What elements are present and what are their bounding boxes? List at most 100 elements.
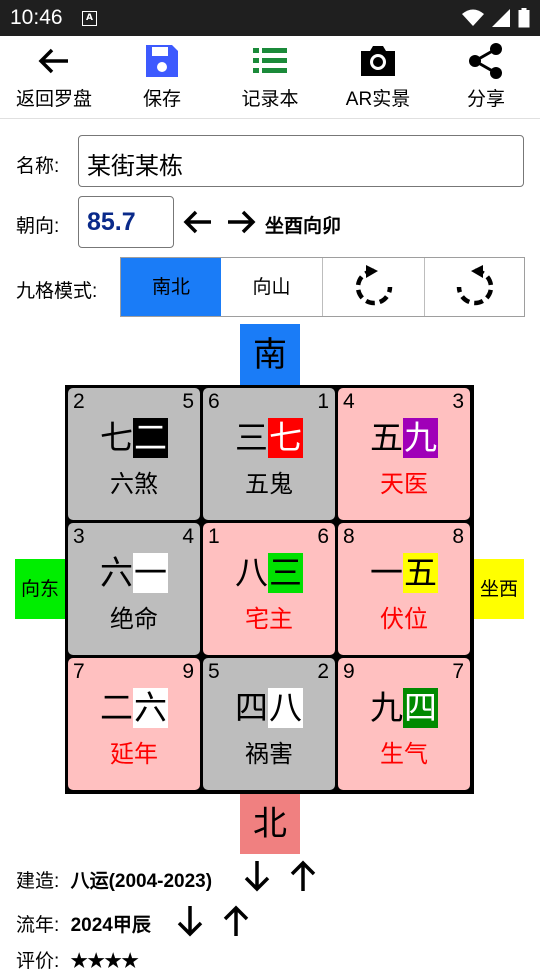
rotate-left-button[interactable] <box>323 258 425 316</box>
save-label: 保存 <box>142 89 181 110</box>
build-period-row: 建造: 八运(2004-2023) <box>16 866 212 893</box>
battery-icon <box>518 8 530 28</box>
palace-name: 五鬼 <box>245 470 293 498</box>
palace-name: 生气 <box>380 740 428 768</box>
mode-south-north-button[interactable]: 南北 <box>121 258 221 316</box>
flowing-year-label: 流年: <box>16 915 60 936</box>
palace-cell[interactable]: 3 4 六一 绝命 <box>68 523 200 655</box>
app-notification-icon: A <box>82 11 97 26</box>
nine-palace-grid: 2 5 七二 六煞 6 1 三七 五鬼 4 3 五九 天医 3 4 六一 绝命 … <box>65 385 474 794</box>
house-star: 三 <box>268 553 303 593</box>
year-down-arrow-icon[interactable] <box>173 903 207 939</box>
water-star: 7 <box>452 660 464 683</box>
back-to-compass-label: 返回罗盘 <box>15 89 92 110</box>
mountain-star: 1 <box>208 525 220 548</box>
house-star: 八 <box>268 688 303 728</box>
increase-direction-arrow-icon[interactable] <box>224 205 258 239</box>
water-star: 1 <box>317 390 329 413</box>
water-star: 5 <box>182 390 194 413</box>
ar-view-label: AR实景 <box>345 89 411 110</box>
year-up-arrow-icon[interactable] <box>219 903 253 939</box>
name-field[interactable]: 某街某栋 <box>78 135 524 187</box>
direction-field[interactable]: 85.7 <box>78 196 174 248</box>
palace-name: 祸害 <box>245 740 293 768</box>
save-button[interactable]: 保存 <box>108 36 216 118</box>
palace-name: 绝命 <box>110 605 158 633</box>
water-star: 6 <box>317 525 329 548</box>
period-star: 三 <box>235 418 268 457</box>
period-star: 四 <box>235 688 268 727</box>
water-star: 8 <box>452 525 464 548</box>
compass-east: 向东 <box>15 559 65 619</box>
water-star: 3 <box>452 390 464 413</box>
palace-cell[interactable]: 2 5 七二 六煞 <box>68 388 200 520</box>
grid-mode-group: 南北 向山 <box>120 257 525 317</box>
house-star: 四 <box>403 688 438 728</box>
period-star: 六 <box>100 553 133 592</box>
status-time: 10:46 <box>10 6 63 29</box>
mountain-star: 4 <box>343 390 355 413</box>
palace-cell[interactable]: 1 6 八三 宅主 <box>203 523 335 655</box>
palace-cell[interactable]: 8 8 一五 伏位 <box>338 523 470 655</box>
records-button[interactable]: 记录本 <box>216 36 324 118</box>
rotate-right-button[interactable] <box>425 258 524 316</box>
back-to-compass-button[interactable]: 返回罗盘 <box>0 36 108 118</box>
share-button[interactable]: 分享 <box>432 36 540 118</box>
period-star: 二 <box>100 688 133 727</box>
mountain-star: 8 <box>343 525 355 548</box>
period-up-arrow-icon[interactable] <box>286 858 320 894</box>
wifi-icon <box>462 9 484 26</box>
palace-cell[interactable]: 9 7 九四 生气 <box>338 658 470 790</box>
build-period-value: 八运(2004-2023) <box>70 871 213 892</box>
house-star: 六 <box>133 688 168 728</box>
flowing-year-value: 2024甲辰 <box>70 915 151 936</box>
palace-name: 宅主 <box>245 605 293 633</box>
palace-cell[interactable]: 5 2 四八 祸害 <box>203 658 335 790</box>
house-star: 五 <box>403 553 438 593</box>
palace-name: 延年 <box>110 740 158 768</box>
camera-icon <box>361 46 395 76</box>
ar-view-button[interactable]: AR实景 <box>324 36 432 118</box>
palace-cell[interactable]: 6 1 三七 五鬼 <box>203 388 335 520</box>
period-star: 五 <box>370 418 403 457</box>
palace-name: 伏位 <box>380 605 428 633</box>
compass-south: 南 <box>240 324 300 386</box>
share-label: 分享 <box>466 89 505 110</box>
flowing-year-row: 流年: 2024甲辰 <box>16 910 151 937</box>
water-star: 9 <box>182 660 194 683</box>
period-star: 九 <box>370 688 403 727</box>
period-down-arrow-icon[interactable] <box>240 858 274 894</box>
house-star: 七 <box>268 418 303 458</box>
decrease-direction-arrow-icon[interactable] <box>181 205 215 239</box>
build-period-label: 建造: <box>16 871 60 892</box>
rotate-right-icon <box>456 265 493 306</box>
mountain-star: 2 <box>73 390 85 413</box>
name-label: 名称: <box>16 156 60 177</box>
toolbar: 返回罗盘 保存 记录本 AR实景 分享 <box>0 36 540 119</box>
palace-name: 六煞 <box>110 470 158 498</box>
period-star: 八 <box>235 553 268 592</box>
rating-label: 评价: <box>16 951 60 972</box>
share-icon <box>469 43 502 79</box>
signal-icon <box>492 9 510 27</box>
palace-cell[interactable]: 7 9 二六 延年 <box>68 658 200 790</box>
house-star: 九 <box>403 418 438 458</box>
direction-label: 朝向: <box>16 216 60 237</box>
save-icon <box>146 45 178 77</box>
records-label: 记录本 <box>241 89 299 110</box>
arrow-left-icon <box>38 48 68 74</box>
grid-mode-label: 九格模式: <box>16 281 98 302</box>
period-star: 一 <box>370 553 403 592</box>
water-star: 4 <box>182 525 194 548</box>
palace-cell[interactable]: 4 3 五九 天医 <box>338 388 470 520</box>
mountain-star: 9 <box>343 660 355 683</box>
period-star: 七 <box>100 418 133 457</box>
water-star: 2 <box>317 660 329 683</box>
list-icon <box>253 48 287 73</box>
mountain-star: 5 <box>208 660 220 683</box>
mode-facing-mountain-button[interactable]: 向山 <box>221 258 323 316</box>
mountain-star: 7 <box>73 660 85 683</box>
compass-north: 北 <box>240 794 300 854</box>
rating-stars: ★★★★ <box>70 951 139 972</box>
mountain-star: 6 <box>208 390 220 413</box>
